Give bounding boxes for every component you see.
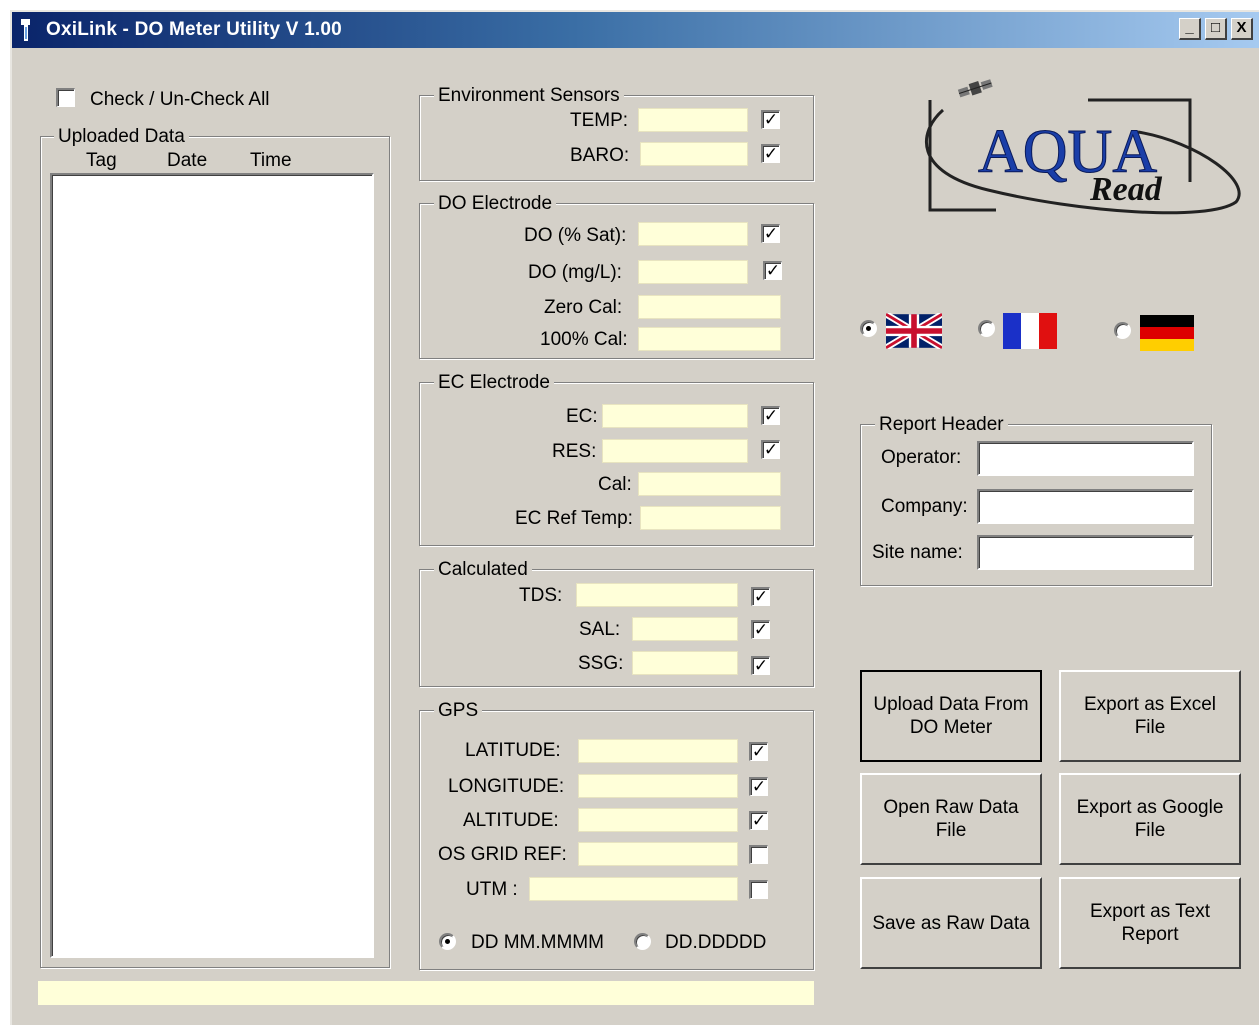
cal-100-label: 100% Cal: <box>540 329 628 350</box>
ec-ref-temp-label: EC Ref Temp: <box>515 508 633 529</box>
export-excel-button[interactable]: Export as Excel File <box>1059 670 1241 762</box>
utm-field[interactable] <box>529 877 738 901</box>
aqua-read-logo: AQUA Read <box>924 79 1241 215</box>
sal-checkbox[interactable]: ✓ <box>751 620 770 639</box>
format-dd-mm-label: DD MM.MMMM <box>471 932 604 953</box>
save-raw-data-button[interactable]: Save as Raw Data <box>860 877 1042 969</box>
check-all-label: Check / Un-Check All <box>90 89 270 110</box>
gps-legend: GPS <box>434 700 483 722</box>
ec-cal-label: Cal: <box>598 474 632 495</box>
language-uk-radio[interactable] <box>860 320 877 337</box>
format-dd-decimal-label: DD.DDDDD <box>665 932 767 953</box>
logo-read-text: Read <box>1089 171 1163 208</box>
latitude-field[interactable] <box>578 739 738 763</box>
os-grid-ref-checkbox[interactable] <box>749 845 768 864</box>
cal-100-field[interactable] <box>638 327 781 351</box>
check-all-checkbox[interactable] <box>56 88 75 107</box>
baro-label: BARO: <box>570 145 630 166</box>
company-input[interactable] <box>977 489 1194 524</box>
operator-label: Operator: <box>881 447 962 468</box>
latitude-label: LATITUDE: <box>465 740 561 761</box>
os-grid-ref-field[interactable] <box>578 842 738 866</box>
main-window: OxiLink - DO Meter Utility V 1.00 _ □ X … <box>10 10 1259 1025</box>
maximize-button[interactable]: □ <box>1205 18 1227 40</box>
zero-cal-label: Zero Cal: <box>544 297 623 318</box>
meter-app-icon <box>21 19 30 41</box>
latitude-checkbox[interactable]: ✓ <box>749 742 768 761</box>
uploaded-data-legend: Uploaded Data <box>54 126 189 148</box>
close-button[interactable]: X <box>1231 18 1253 40</box>
do-mgl-checkbox[interactable]: ✓ <box>763 261 782 280</box>
title-bar[interactable]: OxiLink - DO Meter Utility V 1.00 _ □ X <box>12 12 1259 48</box>
status-bar <box>38 981 814 1005</box>
do-electrode-legend: DO Electrode <box>434 193 557 215</box>
site-name-input[interactable] <box>977 535 1194 570</box>
column-header-tag[interactable]: Tag <box>86 150 117 172</box>
operator-input[interactable] <box>977 441 1194 476</box>
company-label: Company: <box>881 496 968 517</box>
ssg-checkbox[interactable]: ✓ <box>751 656 770 675</box>
calculated-legend: Calculated <box>434 559 532 581</box>
ec-label: EC: <box>566 406 598 427</box>
do-sat-label: DO (% Sat): <box>524 225 627 246</box>
longitude-checkbox[interactable]: ✓ <box>749 777 768 796</box>
sal-label: SAL: <box>579 619 621 640</box>
res-field[interactable] <box>602 439 748 463</box>
france-flag-icon[interactable] <box>1002 313 1058 349</box>
environment-sensors-legend: Environment Sensors <box>434 85 624 107</box>
window-title: OxiLink - DO Meter Utility V 1.00 <box>46 19 342 40</box>
ec-checkbox[interactable]: ✓ <box>761 406 780 425</box>
site-name-label: Site name: <box>872 542 963 563</box>
ssg-label: SSG: <box>578 653 624 674</box>
tds-field[interactable] <box>576 583 738 607</box>
longitude-label: LONGITUDE: <box>448 776 565 797</box>
language-france-radio[interactable] <box>978 320 995 337</box>
res-label: RES: <box>552 441 597 462</box>
longitude-field[interactable] <box>578 774 738 798</box>
ec-ref-temp-field[interactable] <box>640 506 781 530</box>
sal-field[interactable] <box>632 617 738 641</box>
do-mgl-label: DO (mg/L): <box>528 262 622 283</box>
temp-checkbox[interactable]: ✓ <box>761 110 780 129</box>
baro-field[interactable] <box>640 142 748 166</box>
altitude-field[interactable] <box>578 808 738 832</box>
ec-cal-field[interactable] <box>638 472 781 496</box>
germany-flag-icon[interactable] <box>1139 315 1195 351</box>
tds-checkbox[interactable]: ✓ <box>751 587 770 606</box>
language-germany-radio[interactable] <box>1114 322 1131 339</box>
upload-data-button[interactable]: Upload Data From DO Meter <box>860 670 1042 762</box>
utm-label: UTM : <box>466 879 518 900</box>
format-dd-decimal-radio[interactable] <box>634 933 651 950</box>
export-text-button[interactable]: Export as Text Report <box>1059 877 1241 969</box>
temp-label: TEMP: <box>570 110 629 131</box>
report-header-legend: Report Header <box>875 414 1008 436</box>
utm-checkbox[interactable] <box>749 880 768 899</box>
ssg-field[interactable] <box>632 651 738 675</box>
export-google-button[interactable]: Export as Google File <box>1059 773 1241 865</box>
do-sat-checkbox[interactable]: ✓ <box>761 224 780 243</box>
open-raw-data-button[interactable]: Open Raw Data File <box>860 773 1042 865</box>
ec-electrode-legend: EC Electrode <box>434 372 554 394</box>
column-header-time[interactable]: Time <box>250 150 292 172</box>
ec-field[interactable] <box>602 404 748 428</box>
format-dd-mm-radio[interactable] <box>439 933 456 950</box>
zero-cal-field[interactable] <box>638 295 781 319</box>
os-grid-ref-label: OS GRID REF: <box>438 844 567 865</box>
baro-checkbox[interactable]: ✓ <box>761 144 780 163</box>
uploaded-data-list[interactable] <box>50 173 374 958</box>
uk-flag-icon[interactable] <box>886 313 942 349</box>
temp-field[interactable] <box>638 108 748 132</box>
do-mgl-field[interactable] <box>638 260 748 284</box>
altitude-label: ALTITUDE: <box>463 810 559 831</box>
do-sat-field[interactable] <box>638 222 748 246</box>
res-checkbox[interactable]: ✓ <box>761 440 780 459</box>
minimize-button[interactable]: _ <box>1179 18 1201 40</box>
environment-sensors-group <box>419 95 814 181</box>
tds-label: TDS: <box>519 585 563 606</box>
altitude-checkbox[interactable]: ✓ <box>749 811 768 830</box>
column-header-date[interactable]: Date <box>167 150 207 172</box>
